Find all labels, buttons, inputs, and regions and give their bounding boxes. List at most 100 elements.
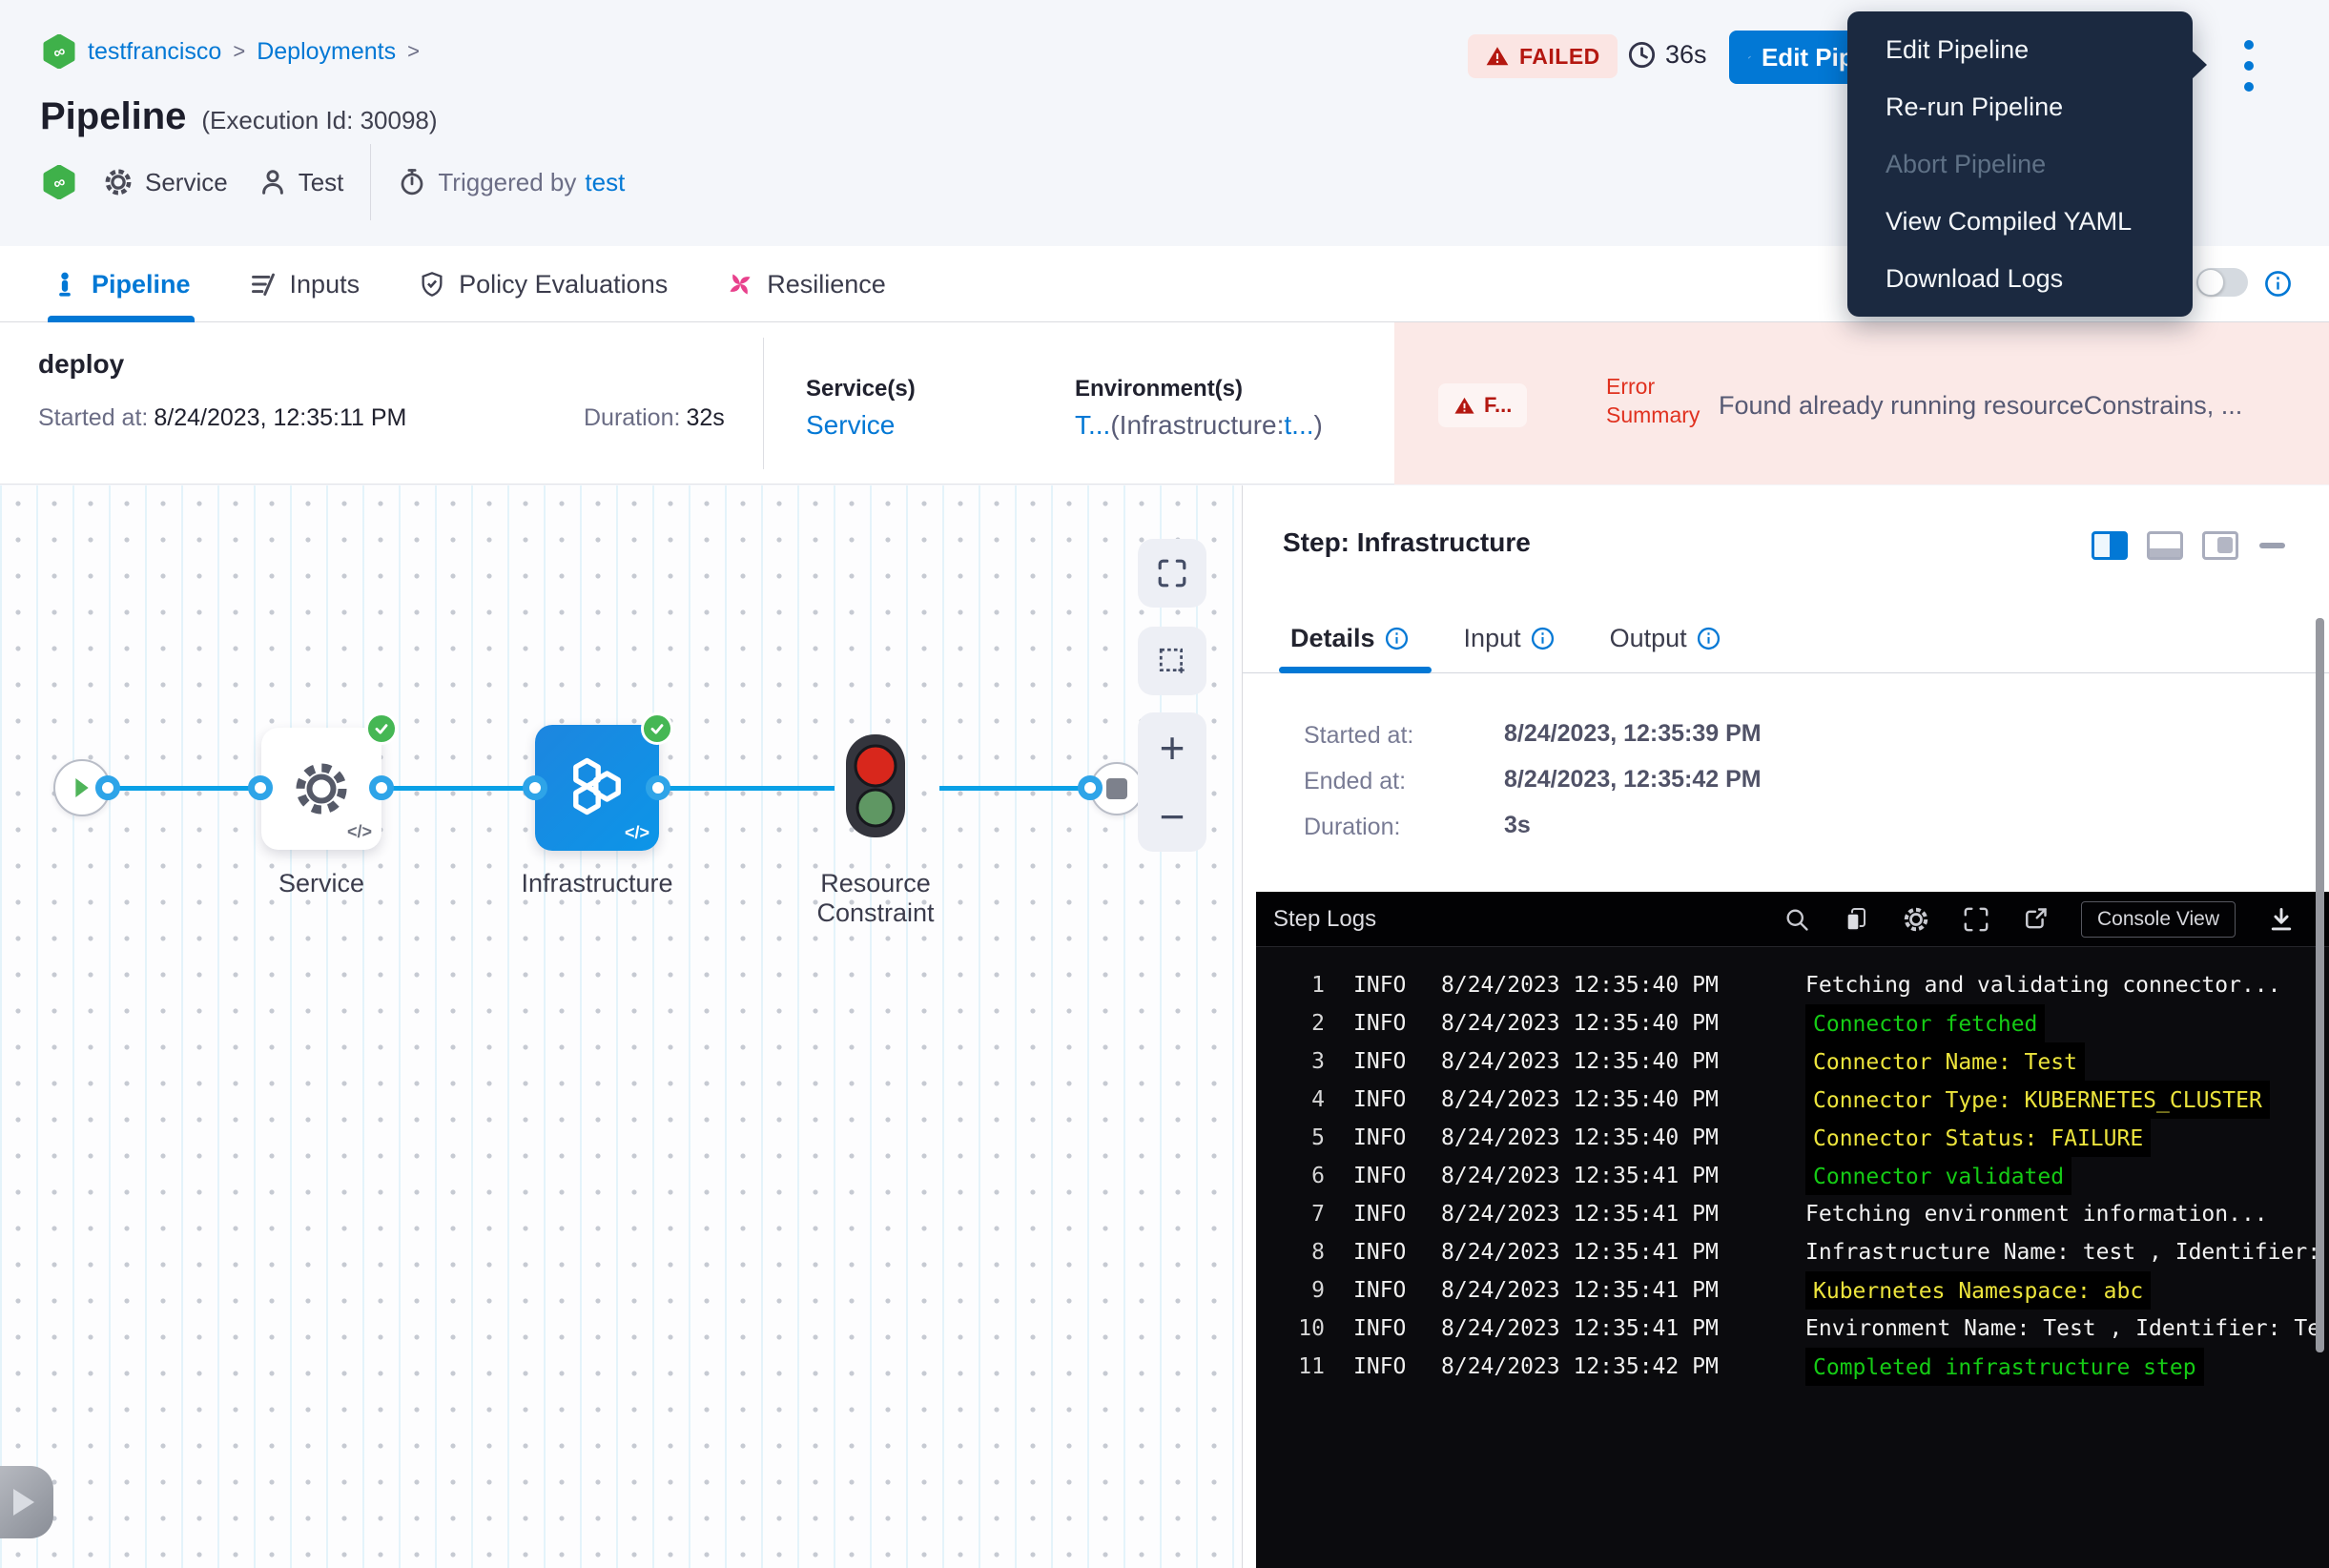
- log-settings-gear-icon[interactable]: [1902, 905, 1930, 934]
- service-node[interactable]: </>: [261, 728, 381, 850]
- log-row: 5 INFO 8/24/2023 12:35:40 PM Connector S…: [1256, 1119, 2329, 1157]
- service-name[interactable]: Service: [145, 168, 228, 197]
- tab-output[interactable]: Output: [1610, 624, 1721, 653]
- stage-started-at: Started at:8/24/2023, 12:35:11 PM: [38, 404, 406, 432]
- zoom-out-button[interactable]: −: [1160, 794, 1185, 838]
- log-timestamp: 8/24/2023 12:35:41 PM: [1441, 1157, 1763, 1195]
- resilience-icon: [727, 271, 753, 298]
- title-row: Pipeline (Execution Id: 30098): [40, 95, 438, 138]
- environments-label: Environment(s): [1075, 376, 1243, 402]
- layout-horizontal-split-button[interactable]: [2147, 531, 2183, 560]
- context-menu-item[interactable]: Download Logs: [1847, 250, 2193, 307]
- pipeline-canvas[interactable]: </> </>: [0, 485, 1243, 1568]
- context-menu: Edit Pipeline Re-run Pipeline Abort Pipe…: [1847, 11, 2193, 317]
- log-line-number: 5: [1271, 1119, 1325, 1157]
- log-line-number: 3: [1271, 1042, 1325, 1081]
- success-check-badge: [641, 712, 673, 745]
- detail-duration-label: Duration:: [1304, 814, 1400, 841]
- log-level: INFO: [1353, 1348, 1416, 1386]
- warning-icon: [1453, 395, 1475, 417]
- gear-icon: [291, 758, 352, 819]
- detail-started-label: Started at:: [1304, 722, 1413, 750]
- triggered-by-user[interactable]: test: [585, 168, 625, 197]
- layout-right-panel-button[interactable]: [2202, 531, 2238, 560]
- stage-name[interactable]: deploy: [38, 349, 124, 380]
- shield-check-icon: [419, 271, 445, 298]
- download-logs-icon[interactable]: [2268, 906, 2295, 933]
- services-value-link[interactable]: Service: [806, 410, 895, 441]
- view-toggle[interactable]: [2196, 268, 2248, 297]
- open-in-new-icon[interactable]: [2022, 906, 2049, 933]
- breadcrumb-project-link[interactable]: testfrancisco: [88, 38, 221, 66]
- log-level: INFO: [1353, 1310, 1416, 1348]
- menu-pointer: [2191, 50, 2207, 80]
- left-drawer-handle[interactable]: [0, 1466, 53, 1538]
- layout-vertical-split-button[interactable]: [2092, 531, 2128, 560]
- pipeline-execution-page: ∞ testfrancisco > Deployments > Pipeline…: [0, 0, 2329, 1568]
- error-summary-text: Found already running resourceConstrains…: [1719, 391, 2319, 421]
- log-timestamp: 8/24/2023 12:35:40 PM: [1441, 1042, 1763, 1081]
- tab-resilience[interactable]: Resilience: [727, 246, 886, 322]
- services-label: Service(s): [806, 376, 916, 402]
- code-icon: </>: [347, 822, 372, 842]
- active-tab-underline: [1279, 667, 1432, 673]
- tab-policy-evaluations[interactable]: Policy Evaluations: [419, 246, 668, 322]
- log-line-number: 11: [1271, 1348, 1325, 1386]
- step-details-panel: Step: Infrastructure Details Input Outpu…: [1243, 485, 2329, 1568]
- log-row: 7 INFO 8/24/2023 12:35:41 PM Fetching en…: [1256, 1195, 2329, 1233]
- context-menu-item[interactable]: Edit Pipeline: [1847, 21, 2193, 78]
- environment-icon: [258, 168, 287, 196]
- info-icon: [1385, 627, 1409, 650]
- resource-constraint-node[interactable]: [846, 734, 905, 837]
- execution-duration: 36s: [1627, 40, 1707, 70]
- tab-pipeline[interactable]: Pipeline: [52, 246, 191, 322]
- tab-input[interactable]: Input: [1464, 624, 1555, 653]
- log-row: 2 INFO 8/24/2023 12:35:40 PM Connector f…: [1256, 1004, 2329, 1042]
- fullscreen-icon: [1157, 558, 1187, 588]
- log-message: Connector Name: Test: [1805, 1042, 2085, 1081]
- panel-scrollbar[interactable]: [2316, 618, 2324, 1352]
- error-summary-label: Error Summary: [1606, 372, 1722, 429]
- log-row: 10 INFO 8/24/2023 12:35:41 PM Environmen…: [1256, 1310, 2329, 1348]
- infrastructure-node[interactable]: </>: [535, 725, 659, 851]
- breadcrumb-separator: >: [233, 39, 245, 64]
- success-check-badge: [365, 712, 398, 745]
- info-icon[interactable]: [2264, 270, 2292, 298]
- log-message: Environment Name: Test , Identifier: Te: [1805, 1310, 2320, 1348]
- breadcrumb-deployments-link[interactable]: Deployments: [257, 38, 396, 66]
- environment-name[interactable]: Test: [299, 168, 344, 197]
- copy-logs-icon[interactable]: [1843, 906, 1869, 933]
- tab-inputs[interactable]: Inputs: [250, 246, 361, 322]
- tab-details[interactable]: Details: [1290, 624, 1409, 653]
- pipeline-meta-row: ∞ Service Test Triggered by test: [42, 158, 625, 206]
- log-line-number: 2: [1271, 1004, 1325, 1042]
- logs-fullscreen-icon[interactable]: [1963, 906, 1989, 933]
- step-panel-tabs: Details Input Output: [1290, 609, 1721, 667]
- log-row: 11 INFO 8/24/2023 12:35:42 PM Completed …: [1256, 1348, 2329, 1386]
- breadcrumb: ∞ testfrancisco > Deployments >: [42, 34, 420, 69]
- edge-port: [248, 775, 273, 800]
- error-status-badge: F...: [1438, 383, 1527, 427]
- log-line-number: 8: [1271, 1233, 1325, 1271]
- context-menu-item[interactable]: Abort Pipeline: [1847, 135, 2193, 193]
- log-level: INFO: [1353, 1042, 1416, 1081]
- triggered-by-label: Triggered by: [438, 168, 576, 197]
- context-menu-item[interactable]: Re-run Pipeline: [1847, 78, 2193, 135]
- context-menu-item[interactable]: View Compiled YAML: [1847, 193, 2193, 250]
- log-row: 6 INFO 8/24/2023 12:35:41 PM Connector v…: [1256, 1157, 2329, 1195]
- search-logs-icon[interactable]: [1783, 906, 1810, 933]
- canvas-fullscreen-button[interactable]: [1138, 539, 1206, 608]
- log-timestamp: 8/24/2023 12:35:40 PM: [1441, 1081, 1763, 1119]
- log-level: INFO: [1353, 1119, 1416, 1157]
- console-view-button[interactable]: Console View: [2081, 901, 2236, 938]
- canvas-select-button[interactable]: [1138, 627, 1206, 695]
- log-line-number: 4: [1271, 1081, 1325, 1119]
- edge-start-service: [108, 786, 260, 791]
- log-timestamp: 8/24/2023 12:35:41 PM: [1441, 1195, 1763, 1233]
- more-options-button[interactable]: [2243, 40, 2255, 92]
- zoom-in-button[interactable]: +: [1160, 726, 1185, 770]
- minimize-panel-button[interactable]: [2259, 543, 2285, 548]
- log-rows[interactable]: 1 INFO 8/24/2023 12:35:40 PM Fetching an…: [1256, 947, 2329, 1386]
- environments-value[interactable]: T...(Infrastructure:t...): [1075, 410, 1323, 441]
- info-icon: [1531, 627, 1555, 650]
